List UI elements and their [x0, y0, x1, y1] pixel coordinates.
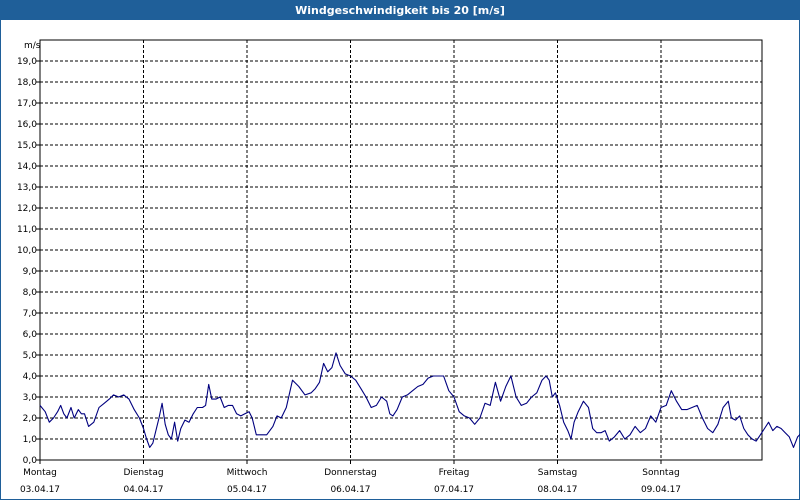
- y-tick-label: 6,0: [23, 330, 38, 340]
- x-tick-date-label: 06.04.17: [330, 485, 370, 495]
- y-tick-label: 17,0: [17, 99, 37, 109]
- x-tick-date-label: 04.04.17: [123, 485, 163, 495]
- wind-speed-line: [39, 352, 800, 448]
- y-tick-label: 10,0: [17, 246, 37, 256]
- x-axis-ticks: Montag 03.04.17 Dienstag 04.04.17 Mittwoch 05…: [20, 460, 681, 495]
- y-tick-label: 3,0: [23, 393, 38, 403]
- grid-lines: [40, 40, 762, 460]
- x-tick-day-label: Donnerstag: [324, 468, 377, 478]
- y-tick-label: 1,0: [23, 435, 38, 445]
- y-tick-label: 12,0: [17, 204, 37, 214]
- x-tick-day-label: Dienstag: [123, 468, 163, 478]
- x-tick-date-label: 09.04.17: [641, 485, 681, 495]
- y-tick-label: 4,0: [23, 372, 38, 382]
- x-tick-day-label: Samstag: [538, 468, 577, 478]
- x-tick-date-label: 08.04.17: [537, 485, 577, 495]
- y-tick-label: 2,0: [23, 414, 38, 424]
- y-tick-label: 15,0: [17, 141, 37, 151]
- series-group: [39, 352, 800, 448]
- x-tick-date-label: 05.04.17: [227, 485, 267, 495]
- y-tick-label: 8,0: [23, 288, 38, 298]
- y-axis-unit-label: m/s: [24, 41, 41, 51]
- x-tick-day-label: Sonntag: [642, 468, 679, 478]
- x-tick-day-label: Mittwoch: [227, 468, 268, 478]
- y-tick-label: 16,0: [17, 120, 37, 130]
- y-tick-label: 18,0: [17, 78, 37, 88]
- y-axis-ticks: 0,0 1,0 2,0 3,0 4,0 5,0 6,0 7,0 8,0 9,0 10,0 11,0 12…: [17, 57, 40, 466]
- x-tick-day-label: Freitag: [439, 468, 470, 478]
- x-tick-day-label: Montag: [23, 468, 57, 478]
- y-tick-label: 11,0: [17, 225, 37, 235]
- y-tick-label: 0,0: [23, 456, 38, 466]
- y-tick-label: 7,0: [23, 309, 38, 319]
- y-tick-label: 14,0: [17, 162, 37, 172]
- x-tick-date-label: 03.04.17: [20, 485, 60, 495]
- y-tick-label: 19,0: [17, 57, 37, 67]
- y-tick-label: 13,0: [17, 183, 37, 193]
- wind-speed-chart: 0,0 1,0 2,0 3,0 4,0 5,0 6,0 7,0 8,0 9,0 10,0 11,0 12…: [17, 39, 800, 495]
- x-tick-date-label: 07.04.17: [434, 485, 474, 495]
- y-tick-label: 5,0: [23, 351, 38, 361]
- y-tick-label: 9,0: [23, 267, 38, 277]
